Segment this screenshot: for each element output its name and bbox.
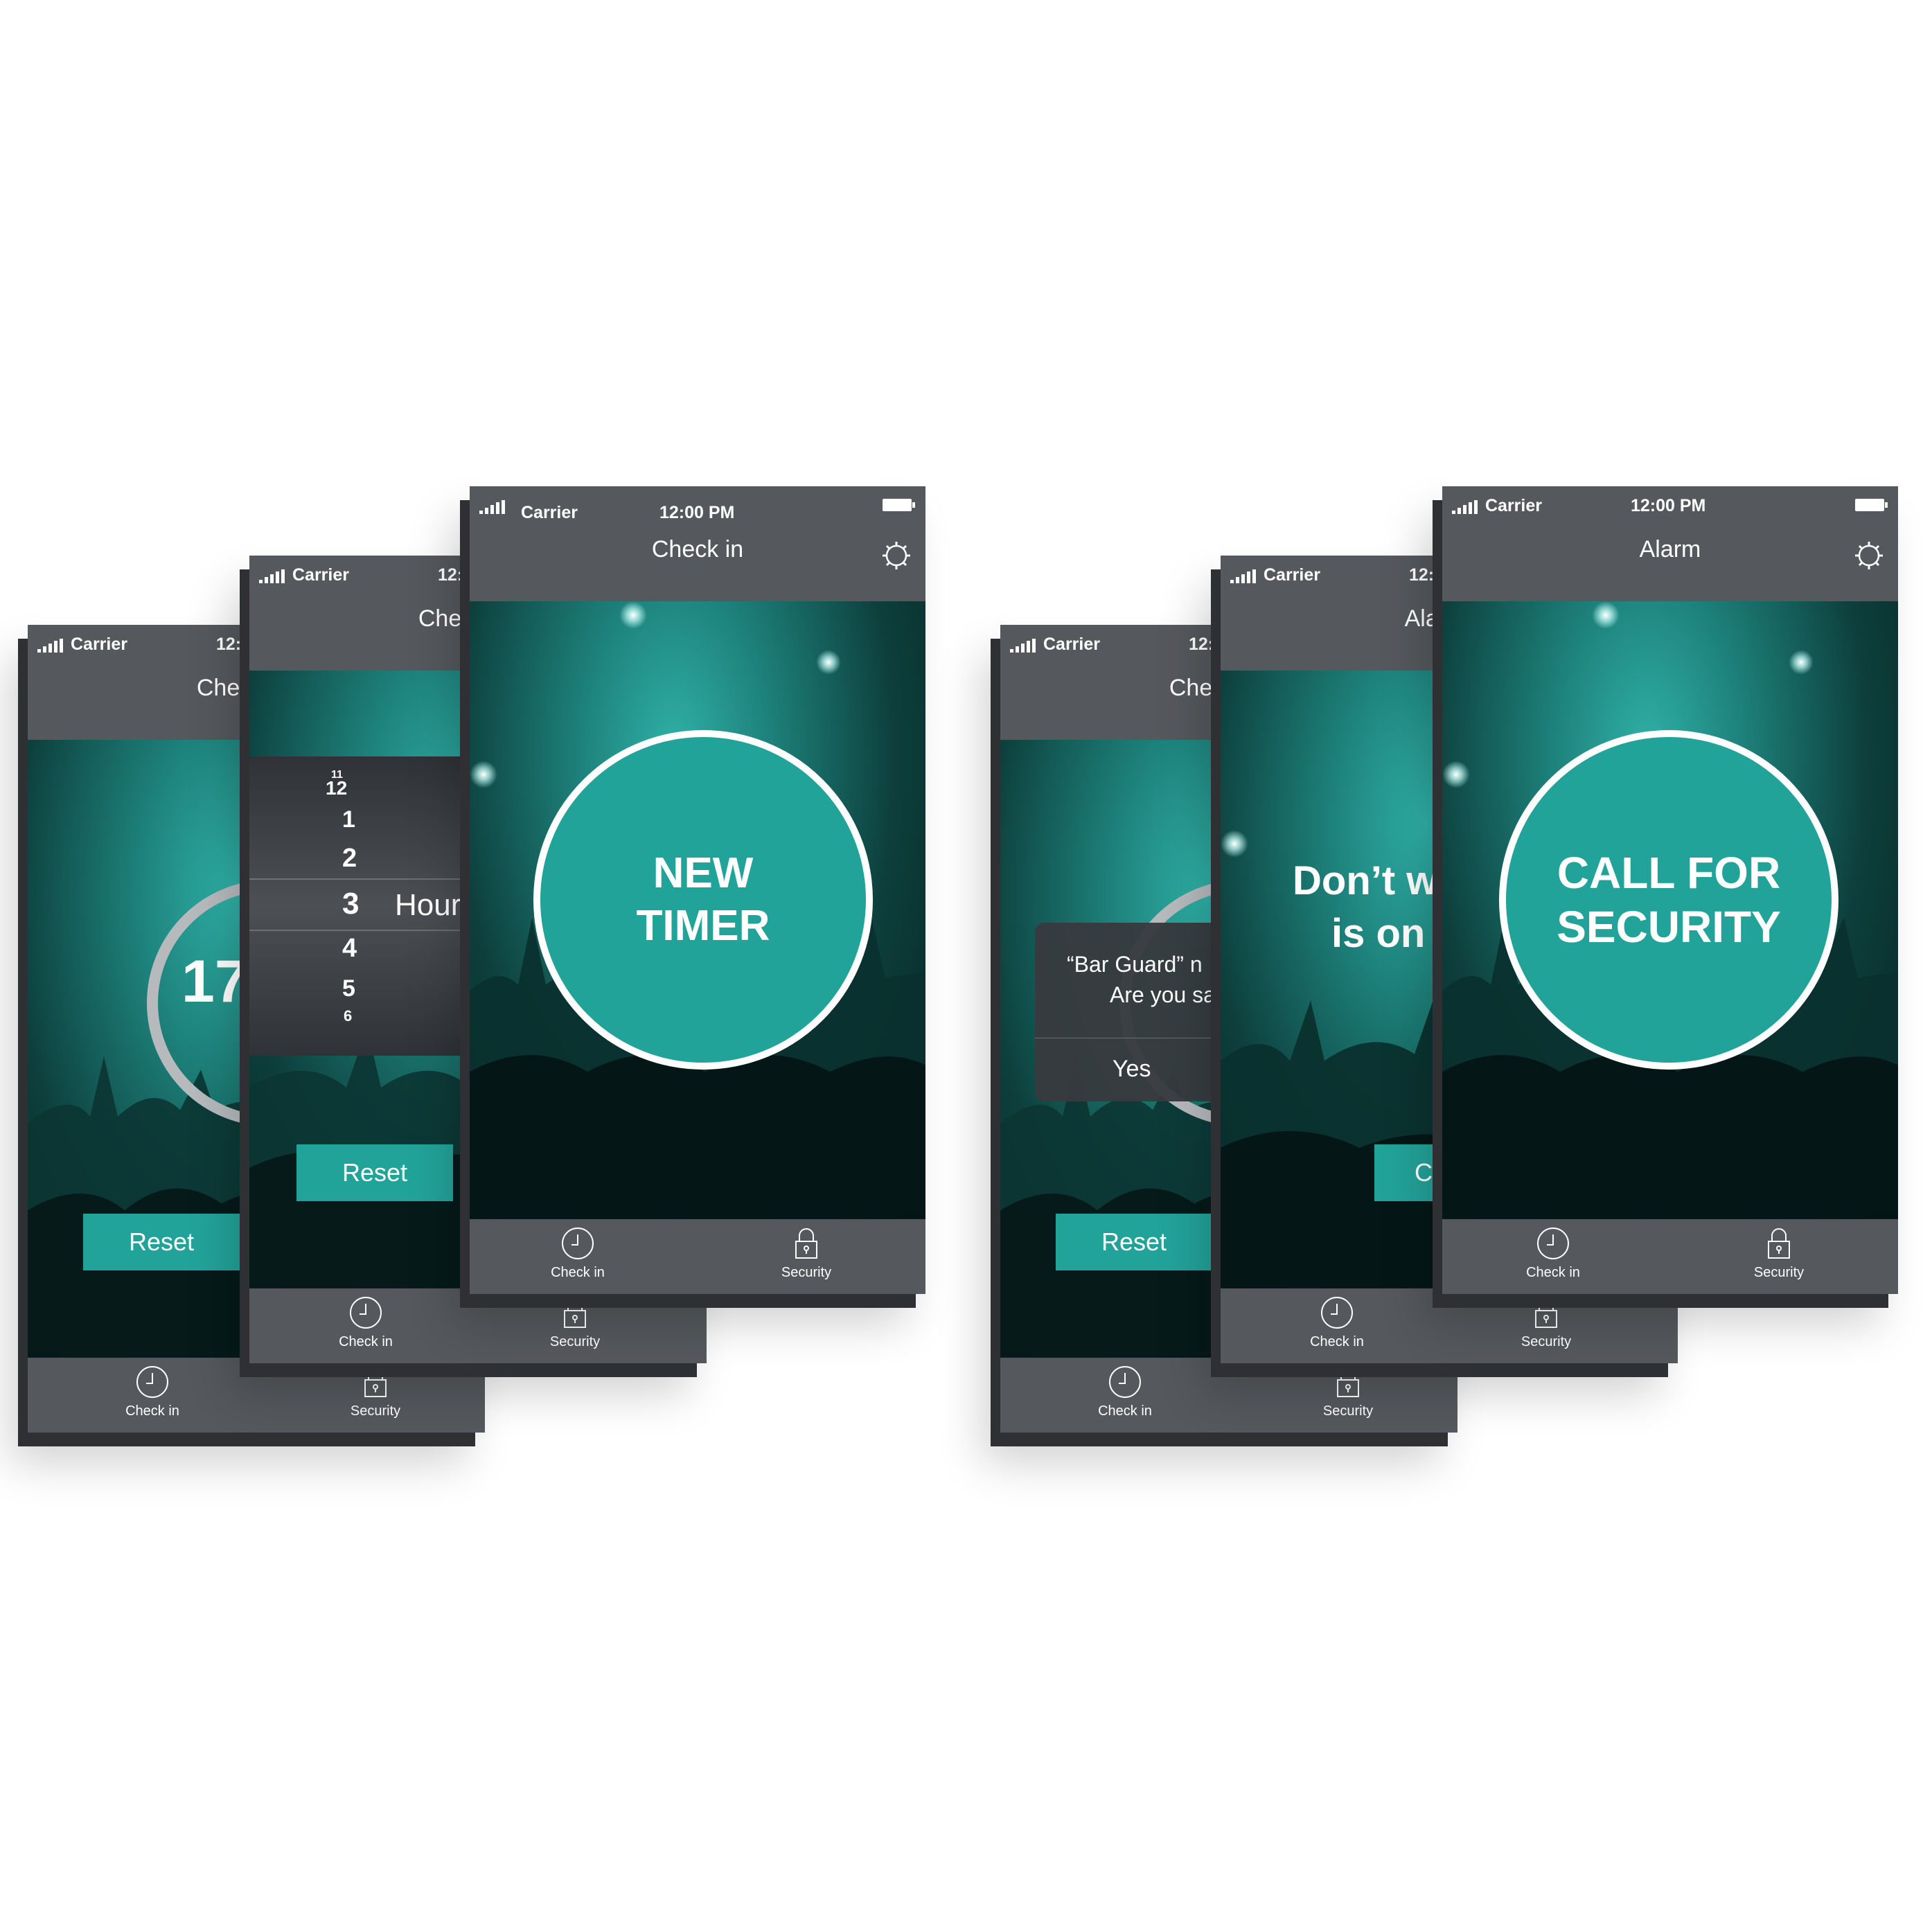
tab-security[interactable]: Security	[1661, 1226, 1897, 1281]
right-front-screen: Carrier 12:00 PM Alarm CALL FOR SECURITY	[1442, 486, 1898, 1294]
tab-label: Security	[1322, 1403, 1374, 1419]
picker-unit-label: Hours	[395, 888, 477, 922]
lock-icon	[364, 1367, 387, 1397]
clock-icon	[1109, 1366, 1141, 1398]
picker-option[interactable]: 2	[342, 844, 357, 874]
picker-option[interactable]: 6	[344, 1007, 352, 1025]
signal-icon	[37, 639, 65, 653]
tab-label: Security	[1521, 1334, 1572, 1349]
battery-icon	[1855, 499, 1888, 511]
stage-light	[619, 601, 647, 629]
lock-icon	[1768, 1228, 1790, 1259]
stage-light	[1221, 830, 1248, 858]
picker-option[interactable]: 5	[342, 975, 355, 1002]
tab-bar: Check in Security	[1000, 1358, 1457, 1433]
picker-option[interactable]: 1	[342, 806, 355, 833]
tab-label: Security	[549, 1334, 601, 1349]
lock-icon	[564, 1297, 586, 1328]
tab-bar: Check in Security	[249, 1288, 707, 1363]
signal-icon	[1452, 500, 1480, 514]
tab-label: Check in	[1098, 1403, 1152, 1419]
hero-background: CALL FOR SECURITY	[1442, 601, 1898, 1219]
carrier-label: Carrier	[1485, 496, 1542, 515]
picker-selected-value[interactable]: 3	[342, 887, 359, 921]
lock-icon	[1337, 1367, 1359, 1397]
clock-label: 12:00 PM	[659, 503, 735, 522]
call-security-button[interactable]: CALL FOR SECURITY	[1499, 730, 1838, 1070]
signal-icon	[479, 500, 507, 514]
signal-icon	[1010, 639, 1038, 653]
tab-label: Check in	[339, 1334, 393, 1349]
clock-icon	[1537, 1228, 1569, 1259]
tab-bar: Check in Security	[28, 1358, 485, 1433]
tab-check-in[interactable]: Check in	[1000, 1365, 1250, 1419]
circle-text-line1: CALL FOR	[1557, 848, 1781, 898]
tab-check-in[interactable]: Check in	[1442, 1226, 1671, 1281]
status-bar: Carrier 12:00 PM	[1442, 486, 1898, 520]
clock-icon	[136, 1366, 168, 1398]
picker-option[interactable]: 12	[326, 777, 347, 799]
signal-icon	[259, 569, 287, 583]
message-line1: Don’t wo	[1293, 858, 1462, 903]
message-line2: is on t	[1331, 911, 1450, 956]
signal-icon	[1230, 569, 1258, 583]
alert-yes-button[interactable]: Yes	[1113, 1056, 1151, 1083]
tab-check-in[interactable]: Check in	[470, 1226, 695, 1281]
new-timer-button[interactable]: NEW TIMER	[533, 730, 873, 1070]
stage-light	[1592, 601, 1620, 629]
left-front-screen: Carrier 12:00 PM Check in NEW TIMER Chec…	[470, 486, 925, 1294]
carrier-label: Carrier	[1043, 635, 1100, 654]
tab-bar: Check in Security	[470, 1219, 925, 1294]
tab-label: Security	[350, 1403, 401, 1419]
tab-bar: Check in Security	[1221, 1288, 1678, 1363]
stage-light	[816, 650, 841, 675]
reset-button[interactable]: Reset	[296, 1144, 453, 1201]
tab-bar: Check in Security	[1442, 1219, 1898, 1294]
tab-security[interactable]: Security	[251, 1365, 485, 1419]
gear-icon[interactable]	[1854, 540, 1884, 571]
tab-label: Security	[781, 1265, 832, 1280]
nav-title: Alarm	[1639, 536, 1701, 562]
tab-label: Check in	[1526, 1265, 1580, 1280]
nav-title: Check in	[651, 536, 744, 562]
tab-security[interactable]: Security	[459, 1295, 691, 1350]
tab-security[interactable]: Security	[1430, 1295, 1663, 1350]
stage-light	[470, 761, 497, 788]
gear-icon[interactable]	[881, 540, 912, 571]
alert-message: Are you sa	[1110, 982, 1216, 1007]
tab-security[interactable]: Security	[689, 1226, 924, 1281]
tab-label: Check in	[551, 1265, 605, 1280]
circle-text-line2: TIMER	[636, 902, 770, 950]
carrier-label: Carrier	[292, 565, 349, 585]
status-bar: Carrier 12:00 PM	[470, 486, 925, 522]
clock-label: 12:00 PM	[1631, 496, 1706, 515]
tab-label: Check in	[1310, 1334, 1364, 1349]
clock-icon	[350, 1297, 382, 1329]
tab-label: Check in	[125, 1403, 179, 1419]
carrier-label: Carrier	[1264, 565, 1320, 585]
clock-icon	[1321, 1297, 1353, 1329]
battery-icon	[883, 499, 915, 511]
clock-icon	[562, 1228, 594, 1259]
stage-light	[1789, 650, 1814, 675]
tab-check-in[interactable]: Check in	[249, 1295, 482, 1350]
reset-button[interactable]: Reset	[1056, 1214, 1212, 1270]
lock-icon	[1535, 1297, 1557, 1328]
tab-check-in[interactable]: Check in	[28, 1365, 277, 1419]
carrier-label: Carrier	[521, 503, 578, 522]
reset-button[interactable]: Reset	[83, 1214, 240, 1270]
hero-background: NEW TIMER	[470, 601, 925, 1219]
picker-option[interactable]: 4	[342, 934, 357, 964]
stage-light	[1442, 761, 1470, 788]
lock-icon	[795, 1228, 817, 1259]
tab-security[interactable]: Security	[1223, 1365, 1457, 1419]
alert-title: “Bar Guard” n	[1067, 952, 1203, 977]
carrier-label: Carrier	[71, 635, 127, 654]
tab-label: Security	[1753, 1265, 1805, 1280]
tab-check-in[interactable]: Check in	[1221, 1295, 1453, 1350]
circle-text-line1: NEW	[653, 849, 754, 897]
countdown-value: 17	[181, 948, 248, 1015]
circle-text-line2: SECURITY	[1557, 902, 1781, 952]
